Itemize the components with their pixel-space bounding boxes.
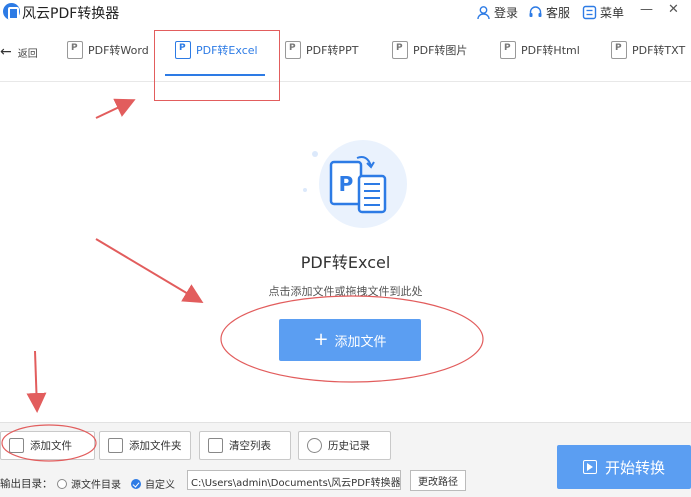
pdf-to-excel-illustration-icon[interactable]: P [293,132,409,232]
add-file-button[interactable]: 添加文件 [0,431,95,460]
pdf-file-icon [392,41,408,59]
radio-checked-icon [131,478,141,489]
pdf-file-icon [500,41,516,59]
annotation-highlight-box [154,30,280,101]
drop-hint: 点击添加文件或拖拽文件到此处 [268,285,423,298]
tab-pdf-to-ppt[interactable]: PDF转PPT [285,41,358,59]
tab-pdf-to-word[interactable]: PDF转Word [67,41,149,59]
app-title: 风云PDF转换器 [22,6,120,22]
user-icon [477,6,490,20]
tab-pdf-to-txt[interactable]: PDF转TXT [611,41,685,59]
pdf-file-icon [611,41,627,59]
headset-icon [529,6,542,17]
bottom-toolbar: 添加文件 添加文件夹 清空列表 历史记录 输出目录： 源文件目录 自定义 C:\… [0,422,691,497]
add-file-label: 添加文件 [30,440,72,452]
tab-pdf-to-image[interactable]: PDF转图片 [392,41,467,59]
tab-label: PDF转图片 [413,44,468,57]
back-label: 返回 [17,48,38,60]
menu-icon [582,5,597,20]
tab-label: PDF转TXT [632,44,686,57]
change-path-button[interactable]: 更改路径 [410,470,466,491]
radio-source-dir[interactable]: 源文件目录 [57,476,121,491]
tab-label: PDF转Html [521,44,580,57]
plus-icon: + [313,329,329,350]
tab-pdf-to-html[interactable]: PDF转Html [500,41,580,59]
pdf-file-icon [285,41,301,59]
start-convert-label: 开始转换 [604,458,665,477]
start-convert-button[interactable]: 开始转换 [557,445,691,489]
annotation-arrow [26,350,47,413]
radio-custom-dir[interactable]: 自定义 [131,476,175,491]
trash-icon [208,438,223,453]
service-button[interactable]: 客服 [528,4,570,21]
menu-button[interactable]: 菜单 [582,4,624,21]
title-bar: 风云PDF转换器 登录 客服 菜单 — ✕ [0,0,691,26]
back-button[interactable]: ← 返回 [0,44,38,60]
add-folder-label: 添加文件夹 [129,440,182,452]
close-icon[interactable]: ✕ [668,2,679,17]
service-label: 客服 [546,6,571,20]
minimize-icon[interactable]: — [640,2,653,17]
radio-unchecked-icon [57,478,67,489]
radio-source-label: 源文件目录 [71,480,121,491]
clear-list-label: 清空列表 [229,440,271,452]
history-button[interactable]: 历史记录 [298,431,391,460]
output-dir-label: 输出目录： [0,478,53,490]
pdf-file-icon [67,41,83,59]
history-label: 历史记录 [328,440,370,452]
clock-icon [307,438,322,453]
add-folder-button[interactable]: 添加文件夹 [99,431,191,460]
conversion-tab-bar: ← 返回 PDF转Word PDF转Excel PDF转PPT PDF转图片 P… [0,27,691,82]
tab-label: PDF转PPT [306,44,359,57]
add-file-main-button[interactable]: + 添加文件 [279,319,421,361]
login-label: 登录 [494,6,519,20]
add-file-main-label: 添加文件 [334,334,387,350]
arrow-left-icon: ← [0,44,12,60]
illustration-letter: P [339,172,354,196]
clear-list-button[interactable]: 清空列表 [199,431,291,460]
play-icon [582,460,597,474]
login-button[interactable]: 登录 [476,4,518,21]
page-title: PDF转Excel [300,253,391,272]
output-path-field[interactable]: C:\Users\admin\Documents\风云PDF转换器\ [187,470,401,490]
menu-label: 菜单 [600,6,625,20]
folder-icon [108,438,123,453]
add-file-icon [9,438,24,453]
app-logo-icon [3,3,20,20]
radio-custom-label: 自定义 [145,480,175,491]
annotation-arrow [95,98,136,119]
tab-label: PDF转Word [88,44,149,57]
